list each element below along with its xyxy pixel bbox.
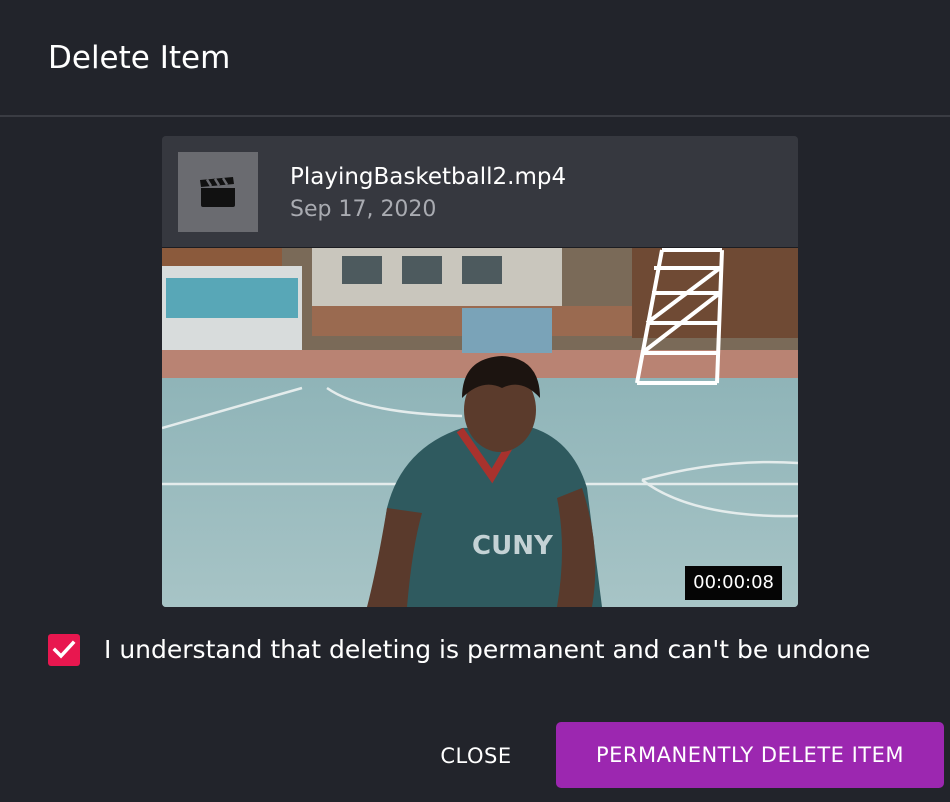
confirm-row[interactable]: I understand that deleting is permanent …	[48, 632, 870, 668]
svg-text:CUNY: CUNY	[472, 531, 554, 561]
dialog-title: Delete Item	[48, 40, 231, 76]
checkmark-icon	[52, 640, 76, 659]
dialog-header: Delete Item	[0, 0, 950, 117]
video-preview[interactable]: CUNY 00:00:08	[162, 248, 798, 607]
item-card: PlayingBasketball2.mp4 Sep 17, 2020 CUNY…	[162, 136, 798, 607]
video-frame-image: CUNY	[162, 248, 798, 607]
confirm-checkbox[interactable]	[48, 634, 80, 666]
close-button[interactable]: CLOSE	[420, 724, 532, 788]
file-date: Sep 17, 2020	[290, 197, 437, 222]
confirm-label: I understand that deleting is permanent …	[104, 635, 871, 664]
item-card-header: PlayingBasketball2.mp4 Sep 17, 2020	[162, 136, 798, 248]
permanently-delete-button[interactable]: PERMANENTLY DELETE ITEM	[556, 722, 944, 788]
delete-item-dialog: Delete Item PlayingBasketball2.mp4 Sep 1…	[0, 0, 950, 802]
file-name: PlayingBasketball2.mp4	[290, 164, 567, 190]
item-thumbnail	[178, 152, 258, 232]
clapperboard-icon	[200, 177, 235, 207]
video-duration: 00:00:08	[685, 566, 782, 600]
